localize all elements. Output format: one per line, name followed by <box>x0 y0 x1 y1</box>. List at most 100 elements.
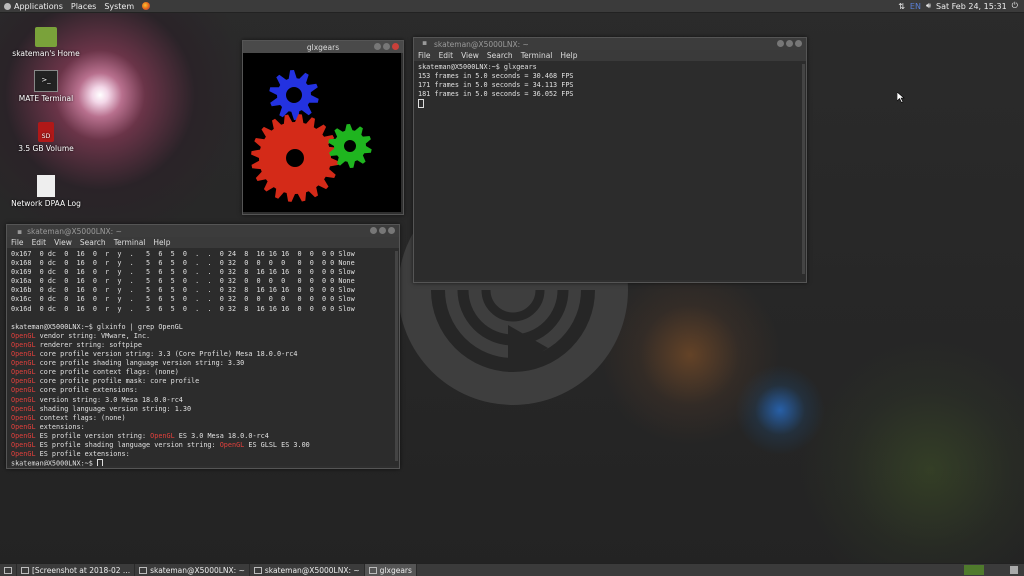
terminal-titlebar[interactable]: ▪ skateman@X5000LNX: ~ <box>7 225 399 237</box>
blue-gear <box>269 70 319 120</box>
terminal-line: OpenGL core profile extensions: <box>11 386 138 395</box>
window-list: [Screenshot at 2018-02 ... skateman@X5000… <box>17 564 417 576</box>
taskbar-item[interactable]: skateman@X5000LNX: ~ <box>135 564 250 576</box>
system-tray: ⇅ EN 🔊︎ Sat Feb 24, 15:31 ⏻ <box>898 0 1018 12</box>
terminal-line: 0x168 0 dc 0 16 0 r y . 5 6 5 0 . . 0 32… <box>11 259 355 268</box>
places-menu[interactable]: Places <box>67 2 100 11</box>
terminal-icon <box>139 566 148 574</box>
terminal-line: 0x16d 0 dc 0 16 0 r y . 5 6 5 0 . . 0 32… <box>11 304 355 313</box>
minimize-button[interactable] <box>374 43 381 50</box>
menu-edit[interactable]: Edit <box>28 238 51 247</box>
terminal-line: OpenGL ES profile extensions: <box>11 450 130 459</box>
terminal-line: OpenGL context flags: (none) <box>11 413 126 422</box>
terminal-line: OpenGL core profile context flags: (none… <box>11 368 179 377</box>
desktop-icon-log[interactable]: Network DPAA Log <box>11 175 81 208</box>
menu-view[interactable]: View <box>457 51 483 60</box>
desktop-icon-label: MATE Terminal <box>18 94 74 103</box>
sd-card-icon: SD <box>38 122 54 142</box>
terminal-line: 0x16b 0 dc 0 16 0 r y . 5 6 5 0 . . 0 32… <box>11 286 355 295</box>
applications-menu[interactable]: Applications <box>0 2 67 11</box>
maximize-button[interactable] <box>379 227 386 234</box>
terminal-window-glxinfo[interactable]: ▪ skateman@X5000LNX: ~ File Edit View Se… <box>6 224 400 469</box>
volume-icon[interactable]: 🔊︎ <box>926 1 931 11</box>
red-gear-shape <box>251 114 339 202</box>
minimize-button[interactable] <box>777 40 784 47</box>
menu-view[interactable]: View <box>50 238 76 247</box>
terminal-output[interactable]: 0x167 0 dc 0 16 0 r y . 5 6 5 0 . . 0 24… <box>7 248 399 466</box>
clock[interactable]: Sat Feb 24, 15:31 <box>936 2 1007 11</box>
menu-help[interactable]: Help <box>556 51 581 60</box>
taskbar-item[interactable]: glxgears <box>364 564 417 576</box>
desktop-icon-label: skateman's Home <box>12 49 80 58</box>
glxgears-window[interactable]: glxgears <box>242 40 404 215</box>
window-controls <box>374 43 399 50</box>
terminal-line: 0x16c 0 dc 0 16 0 r y . 5 6 5 0 . . 0 32… <box>11 295 355 304</box>
firefox-launcher[interactable] <box>138 2 154 10</box>
network-arrows-icon[interactable]: ⇅ <box>898 2 905 11</box>
desktop-icon-label: 3.5 GB Volume <box>18 144 74 153</box>
close-button[interactable] <box>388 227 395 234</box>
taskbar-item-label: [Screenshot at 2018-02 ... <box>32 565 131 575</box>
trash-icon[interactable] <box>1010 566 1018 574</box>
terminal-line: OpenGL renderer string: softpipe <box>11 340 142 349</box>
window-controls <box>370 227 395 234</box>
terminal-window-glxgears[interactable]: ▪ skateman@X5000LNX: ~ File Edit View Se… <box>413 37 807 283</box>
terminal-line: skateman@X5000LNX:~$ <box>11 459 395 466</box>
terminal-line: OpenGL extensions: <box>11 422 85 431</box>
taskbar-item-label: skateman@X5000LNX: ~ <box>264 565 360 575</box>
taskbar-item[interactable]: skateman@X5000LNX: ~ <box>250 564 365 576</box>
terminal-line: OpenGL ES profile version string: OpenGL… <box>11 431 269 440</box>
terminal-line: OpenGL core profile shading language ver… <box>11 359 245 368</box>
mate-logo-icon <box>4 2 11 10</box>
menu-terminal[interactable]: Terminal <box>110 238 150 247</box>
show-desktop-button[interactable] <box>0 564 17 576</box>
taskbar-item[interactable]: [Screenshot at 2018-02 ... <box>17 564 136 576</box>
desktop-icon-label: Network DPAA Log <box>11 199 81 208</box>
desktop-icon-volume[interactable]: SD 3.5 GB Volume <box>11 122 81 153</box>
menu-help[interactable]: Help <box>149 238 174 247</box>
taskbar-item-label: glxgears <box>379 565 412 575</box>
close-button[interactable] <box>392 43 399 50</box>
terminal-scrollbar[interactable] <box>802 64 805 274</box>
firefox-icon <box>142 2 151 10</box>
terminal-line: 153 frames in 5.0 seconds = 30.468 FPS <box>418 72 574 81</box>
terminal-menubar: File Edit View Search Terminal Help <box>7 237 399 248</box>
terminal-line: 0x16a 0 dc 0 16 0 r y . 5 6 5 0 . . 0 32… <box>11 277 355 286</box>
desktop-icon-home[interactable]: skateman's Home <box>11 27 81 58</box>
menu-terminal[interactable]: Terminal <box>517 51 557 60</box>
system-menu-label: System <box>104 1 135 11</box>
terminal-icon: >_ <box>34 70 58 92</box>
terminal-line: OpenGL vendor string: VMware, Inc. <box>11 331 151 340</box>
power-icon[interactable]: ⏻ <box>1012 1 1018 11</box>
terminal-line: OpenGL ES profile shading language versi… <box>11 440 310 449</box>
menu-file[interactable]: File <box>414 51 435 60</box>
terminal-scrollbar[interactable] <box>395 251 398 461</box>
glxgears-titlebar[interactable]: glxgears <box>243 41 403 53</box>
menu-search[interactable]: Search <box>76 238 110 247</box>
keyboard-layout-indicator[interactable]: EN <box>910 2 921 11</box>
maximize-button[interactable] <box>786 40 793 47</box>
terminal-titlebar[interactable]: ▪ skateman@X5000LNX: ~ <box>414 38 806 50</box>
menu-search[interactable]: Search <box>483 51 517 60</box>
terminal-window-icon: ▪ <box>17 226 23 236</box>
image-viewer-icon <box>21 566 29 574</box>
terminal-window-icon: ▪ <box>422 38 428 47</box>
applications-menu-label: Applications <box>14 1 63 11</box>
show-desktop-icon <box>4 566 12 574</box>
menu-edit[interactable]: Edit <box>435 51 458 60</box>
terminal-output[interactable]: skateman@X5000LNX:~$ glxgears 153 frames … <box>414 61 806 280</box>
home-folder-icon <box>35 27 57 47</box>
desktop-icon-terminal[interactable]: >_ MATE Terminal <box>11 70 81 103</box>
minimize-button[interactable] <box>370 227 377 234</box>
workspace-switcher[interactable] <box>964 565 984 575</box>
close-button[interactable] <box>795 40 802 47</box>
glxgears-canvas <box>243 53 401 212</box>
terminal-line: OpenGL version string: 3.0 Mesa 18.0.0-r… <box>11 395 183 404</box>
terminal-line: OpenGL core profile version string: 3.3 … <box>11 350 298 359</box>
system-menu[interactable]: System <box>100 2 138 11</box>
menu-file[interactable]: File <box>7 238 28 247</box>
maximize-button[interactable] <box>383 43 390 50</box>
terminal-line: OpenGL shading language version string: … <box>11 404 192 413</box>
window-controls <box>777 40 802 47</box>
